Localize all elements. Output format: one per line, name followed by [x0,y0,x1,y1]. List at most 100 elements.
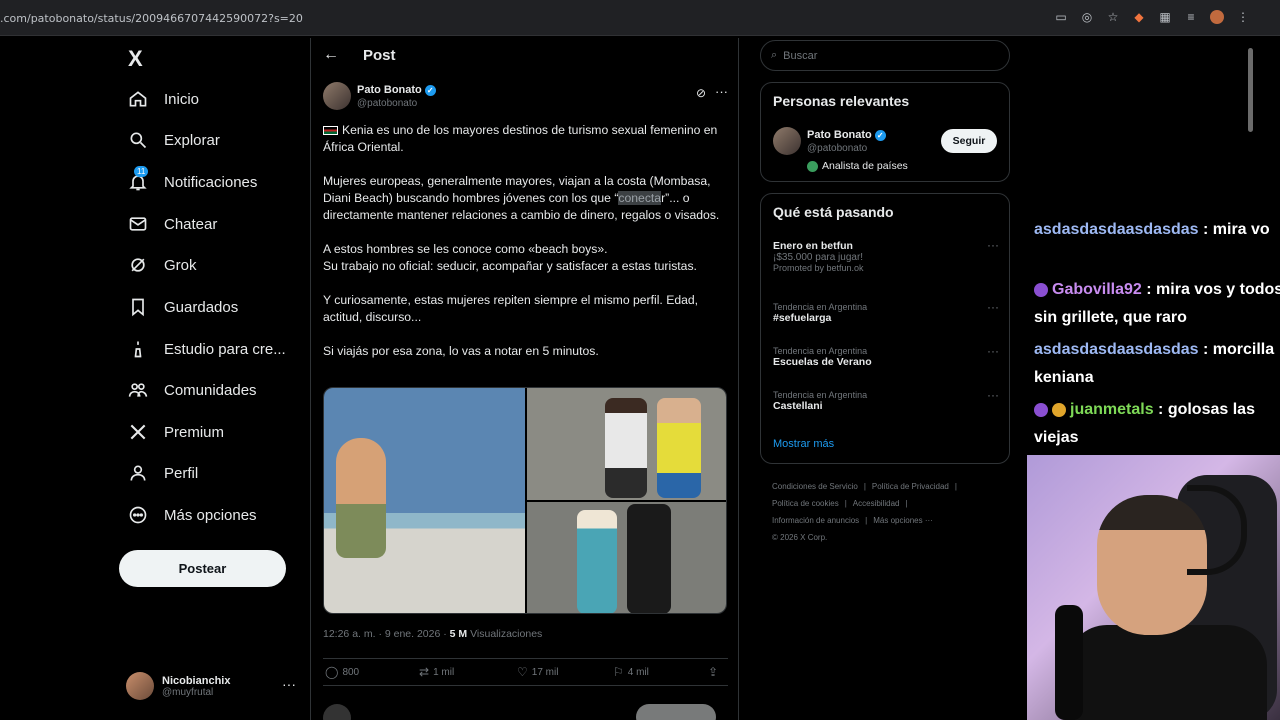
scrollbar[interactable] [1248,48,1253,132]
relevant-name[interactable]: Pato Bonato ✓ [807,129,886,141]
nav-explore[interactable]: Explorar [128,125,220,155]
search-bar[interactable]: ⌕ [760,40,1010,71]
nav-profile-label: Perfil [164,464,199,482]
back-arrow-icon[interactable]: ← [323,46,339,64]
media-photo-2[interactable] [527,388,726,500]
nav-home[interactable]: Inicio [128,84,199,114]
nav-premium[interactable]: Premium [128,417,224,447]
footer-link[interactable]: Condiciones de Servicio [772,482,858,491]
extension-icon[interactable]: ◆ [1132,10,1146,24]
reply-composer [323,702,728,720]
footer-link[interactable]: Accesibilidad [853,499,900,508]
post-timestamp[interactable]: 12:26 a. m. · 9 ene. 2026 · [323,628,450,640]
repost-icon: ⇄ [419,665,430,679]
post-button[interactable]: Postear [119,550,286,587]
profile-icon[interactable] [1210,10,1224,24]
menu-icon[interactable]: ⋮ [1236,10,1250,24]
nav-profile[interactable]: Perfil [128,458,198,488]
photo-figure [605,398,647,498]
author-name[interactable]: Pato Bonato ✓ [357,84,436,96]
puzzle-icon[interactable]: ▦ [1158,10,1172,24]
more-icon[interactable]: ··· [987,238,999,252]
nav-creator-studio[interactable]: Estudio para cre... [128,334,286,364]
more-icon[interactable]: ··· [987,344,999,358]
nav-home-label: Inicio [164,90,200,108]
post-media-grid [323,387,727,614]
grok-icon [128,255,148,275]
chat-message: asdasdasdaasdasdas : mira vo [1034,216,1280,244]
x-logo-icon[interactable]: X [128,46,143,72]
reply-button[interactable]: ◯ 800 [325,665,359,679]
sub-badge-icon [1052,402,1066,417]
media-photo-3[interactable] [527,502,726,613]
eye-off-icon[interactable]: ◎ [1080,10,1094,24]
address-bar[interactable]: .com/patobonato/status/20094667074425900… [0,12,303,25]
post-paragraph: Kenia es uno de los mayores destinos de … [323,122,723,156]
chat-message: asdasdasdaasdasdas : morcilla keniana [1034,336,1280,392]
webcam-overlay [1027,455,1280,720]
post-author: Pato Bonato ✓ @patobonato ⊘ ··· [323,82,728,112]
nav-bookmarks[interactable]: Guardados [128,292,238,322]
trend-item[interactable]: Tendencia en Argentina #sefuelarga ··· [773,300,999,324]
footer-link[interactable]: Política de Privacidad [872,482,949,491]
star-icon[interactable]: ☆ [1106,10,1120,24]
media-photo-1[interactable] [324,388,525,613]
grok-icon[interactable]: ⊘ [696,86,706,100]
post-paragraph: Si viajás por esa zona, lo vas a notar e… [323,343,723,360]
trend-context: Tendencia en Argentina [773,390,868,400]
media-icon[interactable]: ≡ [1184,10,1198,24]
nav-chat[interactable]: Chatear [128,209,217,239]
account-name: Nicobianchix [162,674,231,687]
nav-communities[interactable]: Comunidades [128,375,257,405]
trend-context: Tendencia en Argentina [773,346,868,356]
nav-creator-studio-label: Estudio para cre... [164,340,286,358]
more-icon[interactable]: ··· [282,676,296,692]
trend-item[interactable]: Tendencia en Argentina Castellani ··· [773,388,999,412]
cast-icon[interactable]: ▭ [1054,10,1068,24]
show-more-link[interactable]: Mostrar más [773,438,834,450]
share-button[interactable]: ⇪ [708,665,718,679]
browser-icons: ▭ ◎ ☆ ◆ ▦ ≡ ⋮ [1054,10,1250,24]
trend-item[interactable]: Enero en betfun ¡$35.000 para jugar! Pro… [773,238,999,273]
more-icon[interactable]: ··· [715,84,728,99]
post-text: Kenia es uno de los mayores destinos de … [323,122,723,377]
photo-figure [627,504,671,613]
account-switcher[interactable]: Nicobianchix @muyfrutal ··· [126,670,296,702]
post-text-p3a: A estos hombres se les conoce como «beac… [323,242,608,256]
nav-grok[interactable]: Grok [128,250,197,280]
footer-link[interactable]: Información de anuncios [772,516,859,525]
like-button[interactable]: ♡ 17 mil [517,665,558,679]
relevant-desc-text: Analista de países [822,160,908,172]
copyright: © 2026 X Corp. [772,533,828,542]
chat-username: juanmetals [1070,401,1154,418]
reply-submit-button[interactable] [636,704,716,720]
avatar[interactable] [323,82,351,110]
more-icon[interactable]: ··· [987,300,999,314]
trend-context: Tendencia en Argentina [773,302,868,312]
search-input[interactable] [783,49,984,62]
search-icon: ⌕ [771,49,778,61]
reposts-count: 1 mil [433,666,455,678]
avatar[interactable] [773,127,801,155]
footer-link[interactable]: Política de cookies [772,499,839,508]
follow-button[interactable]: Seguir [941,129,997,153]
trending-title: Qué está pasando [773,204,894,220]
trend-item[interactable]: Tendencia en Argentina Escuelas de Veran… [773,344,999,368]
post-actions: ◯ 800 ⇄ 1 mil ♡ 17 mil ⚐ 4 mil ⇪ [323,658,728,686]
person-icon [128,463,148,483]
footer-link[interactable]: Más opciones ··· [873,516,933,525]
avatar [323,704,351,720]
bookmark-button[interactable]: ⚐ 4 mil [613,665,649,679]
trend-promo: Promoted by betfun.ok [773,263,864,273]
relevant-handle: @patobonato [807,143,868,154]
repost-button[interactable]: ⇄ 1 mil [419,665,454,679]
author-handle[interactable]: @patobonato [357,98,417,109]
nav-notifications[interactable]: 11 Notificaciones [128,166,257,197]
nav-grok-label: Grok [164,256,197,274]
nav-more-options[interactable]: Más opciones [128,500,257,530]
nav-more-options-label: Más opciones [164,506,257,524]
streamer-body [1067,625,1267,720]
more-icon[interactable]: ··· [987,388,999,402]
footer-links: Condiciones de Servicio | Política de Priv… [772,482,957,542]
trend-name: Castellani [773,400,823,412]
